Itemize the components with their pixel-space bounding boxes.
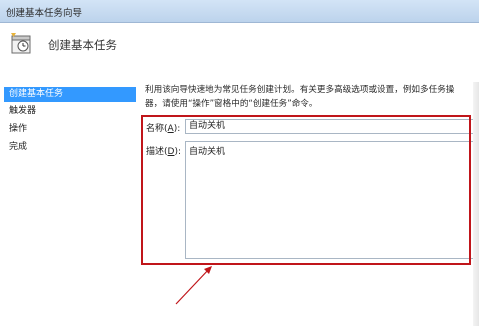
highlight-box [141, 115, 471, 265]
intro-line-1: 利用该向导快速地为常见任务创建计划。有关更多高级选项或设置，例如多任务操 [145, 85, 455, 95]
window-title: 创建基本任务向导 [6, 8, 83, 19]
wizard-intro-text: 利用该向导快速地为常见任务创建计划。有关更多高级选项或设置，例如多任务操 器，请… [145, 83, 475, 111]
window-titlebar[interactable]: 创建基本任务向导 [0, 0, 479, 23]
sidebar-item-create-basic-task[interactable]: 创建基本任务 [4, 87, 136, 102]
annotation-arrow-icon [175, 266, 212, 305]
window-edge-shadow [473, 82, 479, 326]
sidebar-item-action[interactable]: 操作 [4, 122, 136, 137]
task-wizard-icon [11, 33, 31, 54]
intro-line-2: 器，请使用“操作”窗格中的“创建任务”命令。 [145, 99, 318, 109]
wizard-header: 创建基本任务 [0, 23, 479, 81]
wizard-title: 创建基本任务 [48, 38, 117, 52]
sidebar-item-finish[interactable]: 完成 [4, 140, 136, 155]
sidebar-item-trigger[interactable]: 触发器 [4, 104, 136, 119]
wizard-steps-sidebar: 创建基本任务 触发器 操作 完成 [0, 82, 139, 326]
